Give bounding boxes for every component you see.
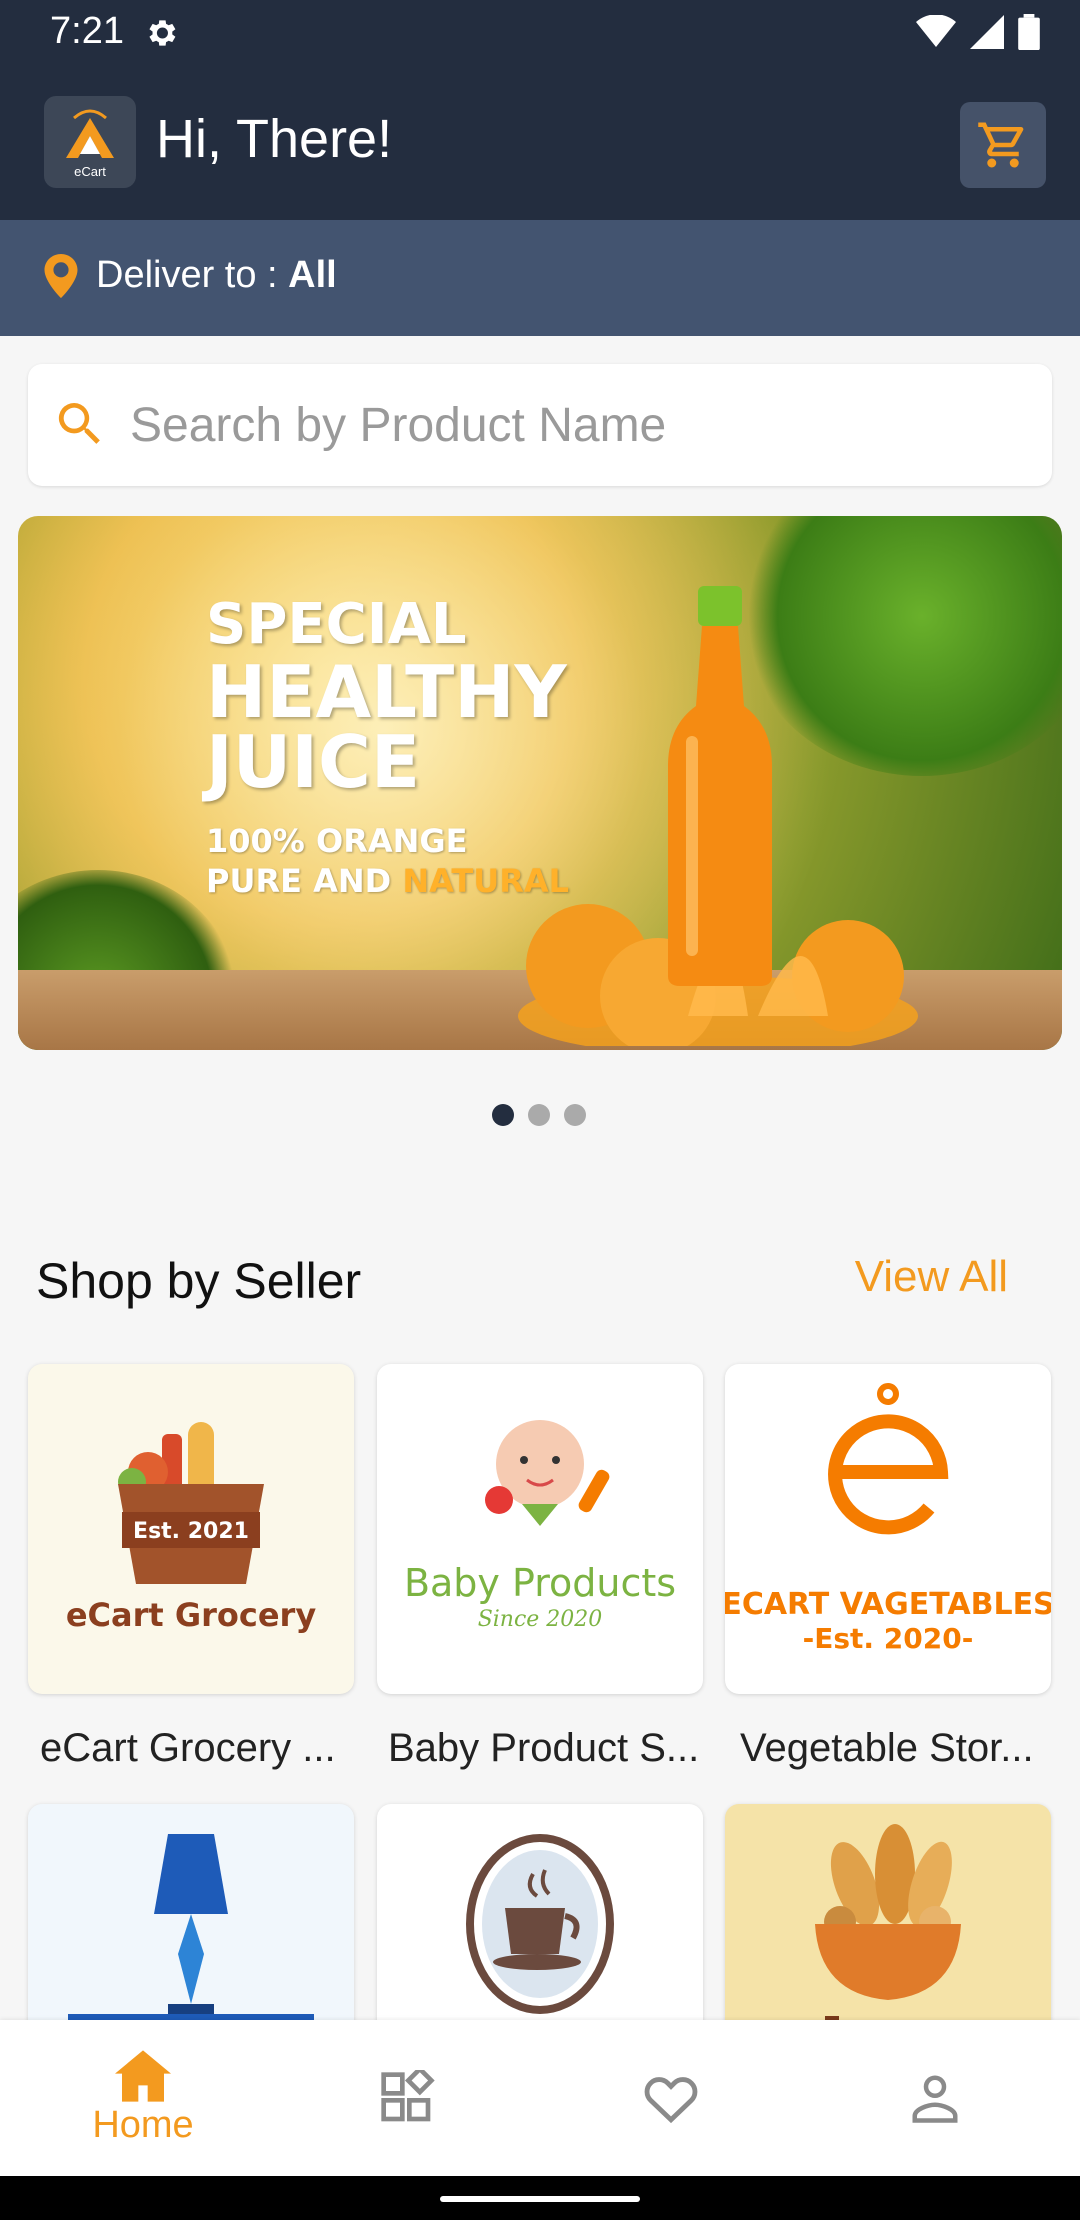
nav-home-label: Home: [92, 2103, 194, 2146]
settings-gear-icon: [149, 20, 176, 46]
deliver-to-label: Deliver to : All: [96, 254, 337, 296]
home-icon: [115, 2049, 171, 2102]
seller-name[interactable]: Vegetable Stor...: [740, 1726, 1070, 1771]
carousel-dot[interactable]: [528, 1104, 550, 1126]
deliver-to-value: All: [288, 254, 337, 296]
baby-logo-icon: Baby Products Since 2020: [404, 1420, 676, 1632]
promo-banner[interactable]: SPECIAL HEALTHY JUICE 100% ORANGE PURE A…: [18, 516, 1062, 1050]
carousel-dot[interactable]: [492, 1104, 514, 1126]
banner-line-2: HEALTHY: [206, 650, 567, 734]
seller-card-vegetables[interactable]: ECART VAGETABLES -Est. 2020-: [725, 1364, 1051, 1694]
search-icon: [58, 403, 100, 444]
bottom-navigation: Home: [0, 2020, 1080, 2176]
status-bar: 7:21: [0, 0, 1080, 66]
view-all-link[interactable]: View All: [855, 1252, 1008, 1302]
grocery-logo-icon: Est. 2021 eCart Grocery: [66, 1422, 316, 1634]
section-title: Shop by Seller: [36, 1253, 362, 1309]
svg-text:Baby Products: Baby Products: [404, 1561, 676, 1605]
app-bar: eCart Hi, There!: [0, 66, 1080, 220]
banner-line-4: 100% ORANGE: [206, 822, 468, 860]
svg-text:eCart Grocery: eCart Grocery: [66, 1596, 316, 1634]
gesture-handle[interactable]: [440, 2196, 640, 2202]
seller-name[interactable]: Baby Product S...: [388, 1726, 718, 1771]
wifi-icon: [916, 15, 956, 47]
carousel-indicator: [492, 1104, 586, 1126]
search-box[interactable]: [28, 364, 1052, 486]
nav-home[interactable]: Home: [8, 2020, 278, 2176]
gesture-bar: [0, 2176, 1080, 2220]
svg-text:eCart: eCart: [74, 164, 106, 179]
seller-card-grocery[interactable]: Est. 2021 eCart Grocery: [28, 1364, 354, 1694]
status-time: 7:21: [50, 10, 124, 52]
vegetables-logo-icon: ECART VAGETABLES -Est. 2020-: [725, 1383, 1051, 1655]
seller-card-baby[interactable]: Baby Products Since 2020: [377, 1364, 703, 1694]
heart-icon: [644, 2077, 698, 2124]
juice-bottle-illustration: [668, 586, 772, 986]
svg-text:Since 2020: Since 2020: [478, 1607, 603, 1632]
cell-signal-icon: [970, 15, 1004, 49]
location-pin-icon: [44, 254, 78, 298]
deliver-to-bar[interactable]: Deliver to : All: [0, 220, 1080, 336]
greeting-title: Hi, There!: [156, 109, 393, 169]
app-logo: eCart: [44, 96, 136, 188]
cart-button[interactable]: [960, 102, 1046, 188]
nav-profile[interactable]: [800, 2020, 1070, 2176]
search-input[interactable]: [128, 386, 1012, 464]
svg-text:ECART VAGETABLES: ECART VAGETABLES: [725, 1587, 1051, 1622]
banner-line-1: SPECIAL: [206, 592, 467, 657]
nav-favorites[interactable]: [536, 2020, 806, 2176]
banner-line-3: JUICE: [206, 720, 421, 804]
seller-name[interactable]: eCart Grocery ...: [40, 1726, 370, 1771]
categories-icon: [381, 2070, 435, 2122]
shopping-cart-icon: [978, 122, 1024, 168]
nav-categories[interactable]: [272, 2020, 542, 2176]
person-icon: [912, 2075, 958, 2123]
svg-text:Est. 2021: Est. 2021: [133, 1519, 249, 1544]
ecart-logo-icon: eCart: [66, 109, 114, 179]
battery-icon: [1018, 14, 1040, 50]
svg-text:-Est. 2020-: -Est. 2020-: [803, 1622, 974, 1655]
carousel-dot[interactable]: [564, 1104, 586, 1126]
